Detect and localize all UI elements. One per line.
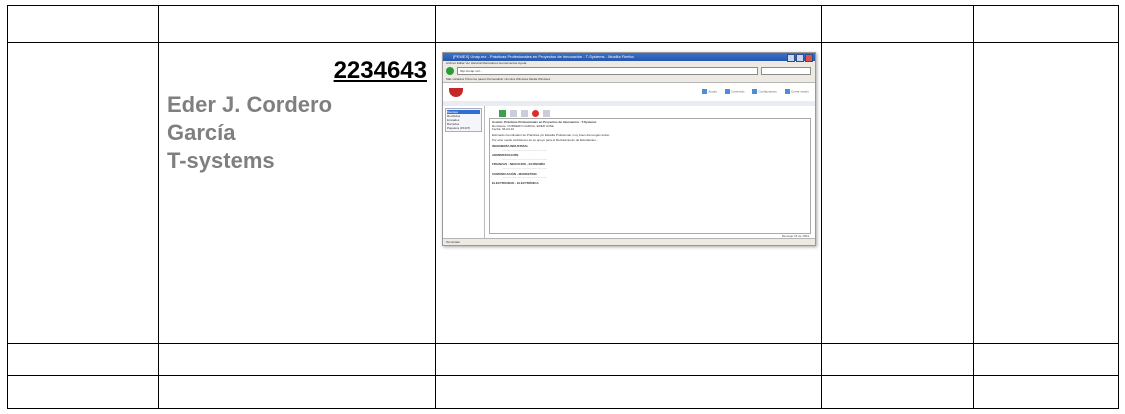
company-name: T-systems: [167, 148, 275, 173]
id-number: 2234643: [333, 57, 427, 84]
document-table: 2234643 Eder J. Cordero García T-systems…: [7, 5, 1119, 409]
screenshot-message: Asunto: Prácticas Profesionales en Proye…: [489, 118, 811, 234]
screenshot-url: http://unap.mx/...: [457, 67, 758, 75]
screenshot-titlebar: [PEMEX] Unap.mx - Prácticas Profesionale…: [443, 53, 815, 62]
table-row: [7, 5, 1119, 43]
screenshot-toolbar: [489, 108, 811, 118]
table-cell: [435, 343, 822, 376]
person-info: Eder J. Cordero García T-systems: [167, 91, 332, 175]
reply-icon: [499, 109, 506, 117]
person-name-line1: Eder J. Cordero: [167, 92, 333, 117]
screenshot-cell: [PEMEX] Unap.mx - Prácticas Profesionale…: [435, 42, 822, 344]
move-icon: [543, 109, 550, 117]
table-row: [7, 343, 1119, 376]
screenshot-bookmarks: Más visitados Primeros pasos Personaliza…: [443, 76, 815, 83]
table-cell: [435, 375, 822, 409]
screenshot-main: Asunto: Prácticas Profesionales en Proye…: [485, 106, 815, 239]
message-line: Estimado Coordinador de Prácticas y/o Es…: [492, 132, 610, 137]
screenshot-search: [761, 67, 811, 75]
table-cell: [7, 375, 159, 409]
message-line: Por este medio solicitamos de su apoyo p…: [492, 138, 599, 143]
table-row: [7, 375, 1119, 409]
table-cell: [158, 5, 436, 43]
forward-icon: [510, 109, 517, 117]
sidebar-item: Papelera (15437): [447, 126, 471, 130]
table-row: 2234643 Eder J. Cordero García T-systems…: [7, 42, 1119, 344]
identity-cell: 2234643 Eder J. Cordero García T-systems: [158, 42, 436, 344]
embedded-screenshot: [PEMEX] Unap.mx - Prácticas Profesionale…: [442, 52, 816, 246]
screenshot-body: Bandeja Recibidos Enviados Borrados Pape…: [443, 106, 815, 239]
table-cell: [821, 42, 974, 344]
screenshot-app-header: Ayuda Contenido Configuración Cerrar ses…: [443, 83, 815, 101]
table-cell: [973, 5, 1119, 43]
table-cell: [7, 343, 159, 376]
screenshot-head-links: Ayuda Contenido Configuración Cerrar ses…: [702, 89, 809, 94]
screenshot-status: Terminado: [443, 238, 815, 245]
back-icon: [446, 67, 454, 75]
table-cell: [821, 5, 974, 43]
screenshot-sidebar: Bandeja Recibidos Enviados Borrados Pape…: [443, 106, 485, 239]
table-cell: [158, 375, 436, 409]
screenshot-navbar: http://unap.mx/...: [443, 66, 815, 76]
table-cell: [973, 375, 1119, 409]
table-cell: [973, 42, 1119, 344]
head-link: Ayuda: [702, 89, 716, 94]
person-name-line2: García: [167, 120, 236, 145]
print-icon: [521, 109, 528, 117]
table-cell: [158, 343, 436, 376]
head-link: Configuración: [752, 89, 777, 94]
table-cell: [435, 5, 822, 43]
screenshot-window-title: [PEMEX] Unap.mx - Prácticas Profesionale…: [453, 54, 634, 59]
message-line: Fecha: 06-04-10: [492, 127, 515, 132]
delete-icon: [532, 109, 539, 117]
logo-icon: [449, 87, 463, 97]
head-link: Cerrar sesión: [785, 89, 809, 94]
table-cell: [821, 343, 974, 376]
head-link: Contenido: [725, 89, 745, 94]
window-buttons: [787, 54, 813, 62]
message-bullet: ELECTRICIDAD - ELECTRÓNICA: [492, 180, 539, 185]
table-cell: [821, 375, 974, 409]
table-cell: [7, 5, 159, 43]
table-cell: [973, 343, 1119, 376]
table-cell: [7, 42, 159, 344]
